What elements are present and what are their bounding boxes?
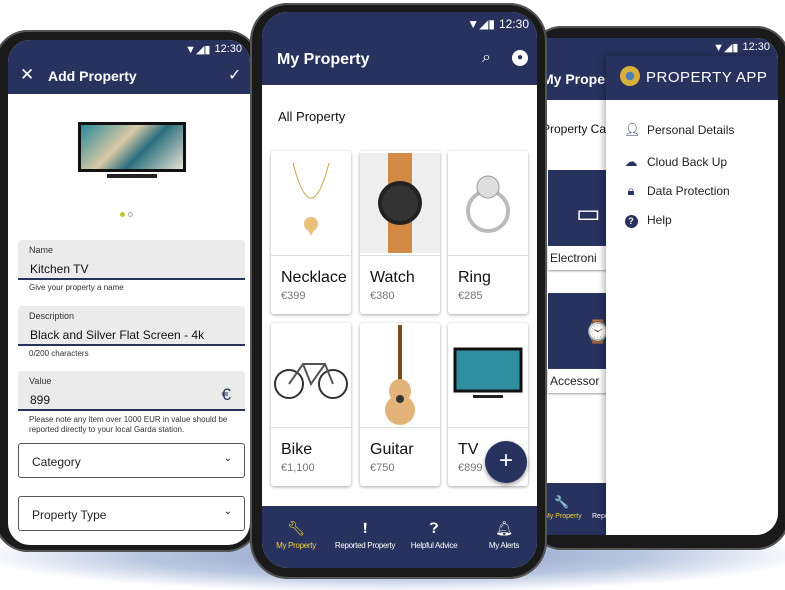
bell-icon: 🔔︎ — [495, 519, 513, 536]
drawer-screen: ▼◢▮ 12:30 My Proper Property Cate ▭ Elect… — [540, 38, 778, 535]
person-icon: 👤︎ — [624, 122, 641, 137]
guitar-image — [360, 323, 440, 428]
drawer-item-personal-details[interactable]: 👤︎ Personal Details — [624, 122, 734, 138]
property-price: €285 — [458, 290, 483, 302]
account-icon[interactable]: ● — [512, 50, 528, 66]
app-bar: ✕ Add Property ✓ — [8, 58, 250, 94]
help-icon: ❓︎ — [429, 519, 439, 536]
drawer-item-help[interactable]: ? Help — [624, 212, 672, 228]
lock-icon: 🔒︎ — [627, 183, 635, 198]
property-price: €750 — [370, 462, 395, 474]
nav-helpful-advice[interactable]: ❓︎ Helpful Advice — [404, 506, 464, 563]
name-field[interactable]: Name Kitchen TV — [18, 240, 245, 280]
description-field[interactable]: Description Black and Silver Flat Screen… — [18, 306, 245, 346]
phone-drawer: ▼◢▮ 12:30 My Proper Property Cate ▭ Elect… — [528, 26, 785, 550]
property-name: Watch — [370, 269, 415, 286]
check-icon[interactable]: ✓ — [228, 65, 241, 85]
close-icon[interactable]: ✕ — [20, 65, 34, 85]
wrench-icon: 🔧 — [554, 495, 569, 509]
category-select[interactable]: Category ⌄ — [18, 443, 245, 478]
nav-my-property[interactable]: 🔧︎ My Property — [267, 506, 325, 563]
navigation-drawer: PROPERTY APP 👤︎ Personal Details ☁ Cloud B… — [606, 56, 778, 535]
behind-section-title: Property Cate — [542, 122, 617, 136]
property-name: Guitar — [370, 441, 414, 458]
value-field[interactable]: Value 899 € — [18, 371, 245, 411]
property-price: €1,100 — [281, 462, 315, 474]
drawer-item-data-protection[interactable]: 🔒︎ Data Protection — [624, 183, 730, 199]
app-bar: My Property ⌕ ● — [262, 36, 537, 85]
property-card[interactable]: Necklace €399 — [271, 151, 351, 314]
property-price: €399 — [281, 290, 306, 302]
garda-logo-icon — [620, 66, 640, 86]
alert-icon: ❗︎ — [363, 519, 367, 536]
help-circle-icon: ? — [624, 212, 638, 228]
carousel-dots[interactable] — [120, 212, 133, 217]
add-property-fab[interactable]: + — [485, 441, 527, 483]
laptop-icon: ▭ — [576, 198, 601, 228]
app-name: PROPERTY APP — [646, 69, 768, 86]
necklace-image — [271, 151, 351, 256]
property-card[interactable]: Watch €380 — [360, 151, 440, 314]
description-counter: 0/200 characters — [29, 349, 89, 358]
tv-image — [448, 323, 528, 428]
wifi-icon: ▼◢▮ — [713, 41, 739, 54]
status-bar: ▼◢▮ 12:30 — [8, 40, 250, 58]
property-price: €899 — [458, 462, 483, 474]
cloud-upload-icon: ☁ — [624, 154, 638, 169]
wrench-icon: 🔧︎ — [287, 519, 305, 536]
ring-image — [448, 151, 528, 256]
chevron-down-icon: ⌄ — [223, 453, 232, 464]
status-bar: ▼◢▮ 12:30 — [540, 38, 778, 56]
search-icon[interactable]: ⌕ — [482, 49, 491, 67]
property-card[interactable]: Ring €285 — [448, 151, 528, 314]
section-title: All Property — [278, 109, 346, 124]
page-title: Add Property — [48, 68, 137, 84]
add-property-screen: ▼◢▮ 12:30 ✕ Add Property ✓ Name Kitchen T… — [8, 40, 250, 545]
tv-image — [78, 122, 186, 180]
property-name: Bike — [281, 441, 313, 458]
name-hint: Give your property a name — [29, 283, 124, 292]
watch-image — [360, 151, 440, 256]
drawer-item-cloud-back-up[interactable]: ☁ Cloud Back Up — [624, 154, 728, 170]
value-hint: Please note any item over 1000 EUR in va… — [29, 415, 228, 434]
chevron-down-icon: ⌄ — [223, 506, 232, 517]
wifi-icon: ▼◢▮ — [185, 43, 211, 56]
property-price: €380 — [370, 290, 395, 302]
euro-icon: € — [221, 385, 231, 404]
property-name: Necklace — [281, 269, 347, 286]
wifi-icon: ▼◢▮ — [467, 17, 495, 31]
drawer-header: PROPERTY APP — [606, 56, 778, 100]
bottom-nav: 🔧︎ My Property ❗︎ Reported Property ❓︎ Help… — [262, 506, 537, 568]
property-name: TV — [458, 441, 479, 458]
bike-image — [271, 323, 351, 428]
phone-my-property: ▼◢▮ 12:30 My Property ⌕ ● All Property Ne… — [250, 3, 547, 579]
nav-my-alerts[interactable]: 🔔︎ My Alerts — [474, 506, 534, 563]
property-card[interactable]: Bike €1,100 — [271, 323, 351, 486]
property-type-select[interactable]: Property Type ⌄ — [18, 496, 245, 531]
my-property-screen: ▼◢▮ 12:30 My Property ⌕ ● All Property Ne… — [262, 12, 537, 568]
property-name: Ring — [458, 269, 491, 286]
status-bar: ▼◢▮ 12:30 — [262, 12, 537, 36]
nav-reported-property[interactable]: ❗︎ Reported Property — [330, 506, 400, 563]
phone-add-property: ▼◢▮ 12:30 ✕ Add Property ✓ Name Kitchen T… — [0, 30, 260, 552]
property-card[interactable]: Guitar €750 — [360, 323, 440, 486]
page-title: My Property — [277, 51, 370, 68]
